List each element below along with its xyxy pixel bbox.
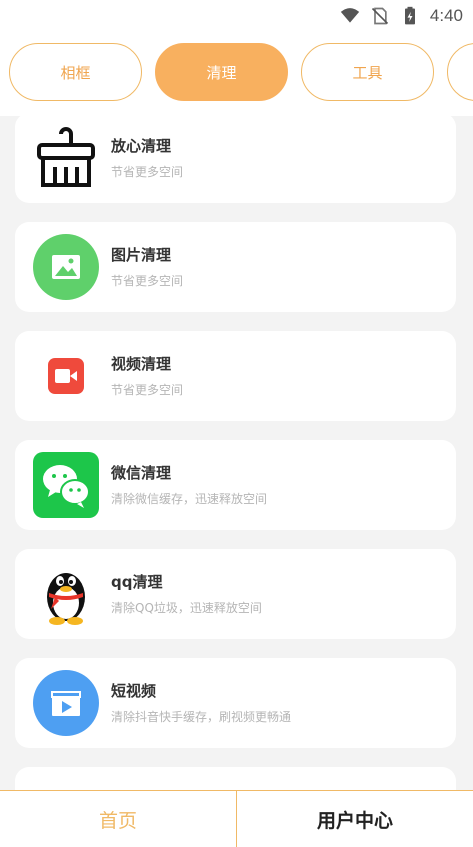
bottom-nav: 首页 用户中心 bbox=[0, 790, 473, 847]
qq-penguin-icon bbox=[33, 561, 99, 627]
category-tabs: 相框 清理 工具 bbox=[0, 32, 473, 116]
battery-icon bbox=[404, 6, 415, 25]
wifi-icon bbox=[340, 8, 360, 23]
nav-home[interactable]: 首页 bbox=[0, 791, 237, 847]
nav-user-center[interactable]: 用户中心 bbox=[237, 791, 473, 847]
item-subtitle: 清除微信缓存，迅速释放空间 bbox=[111, 492, 268, 506]
list-item-image-clean[interactable]: 图片清理 节省更多空间 bbox=[15, 222, 456, 312]
tab-more[interactable] bbox=[447, 43, 473, 101]
item-subtitle: 节省更多空间 bbox=[111, 274, 184, 288]
list-item-video-clean[interactable]: 视频清理 节省更多空间 bbox=[15, 331, 456, 421]
partial-icon bbox=[33, 779, 99, 790]
list-item-short-video[interactable]: 短视频 清除抖音快手缓存，刷视频更畅通 bbox=[15, 658, 456, 748]
wechat-icon bbox=[33, 452, 99, 518]
item-subtitle: 清除抖音快手缓存，刷视频更畅通 bbox=[111, 710, 292, 724]
list-item-wechat-clean[interactable]: 微信清理 清除微信缓存，迅速释放空间 bbox=[15, 440, 456, 530]
no-sim-icon bbox=[371, 7, 388, 25]
item-title: 图片清理 bbox=[111, 246, 172, 264]
item-title: 短视频 bbox=[111, 682, 157, 700]
list-item-safe-clean[interactable]: 放心清理 节省更多空间 bbox=[15, 116, 456, 203]
list-item-partial[interactable] bbox=[15, 767, 456, 790]
item-title: 放心清理 bbox=[111, 137, 172, 155]
status-time: 4:40 bbox=[429, 6, 463, 25]
image-icon bbox=[33, 234, 99, 300]
video-icon bbox=[33, 343, 99, 409]
cleaner-list: 放心清理 节省更多空间 图片清理 节省更多空间 视频清理 节省更多空间 微信清理… bbox=[0, 116, 473, 790]
item-title: 视频清理 bbox=[111, 355, 172, 373]
tab-tools[interactable]: 工具 bbox=[301, 43, 434, 101]
item-subtitle: 节省更多空间 bbox=[111, 165, 184, 179]
short-video-icon bbox=[33, 670, 99, 736]
item-subtitle: 节省更多空间 bbox=[111, 383, 184, 397]
item-title: qq清理 bbox=[111, 573, 163, 591]
status-bar: 4:40 bbox=[0, 0, 473, 32]
broom-icon bbox=[33, 125, 99, 191]
tab-frame[interactable]: 相框 bbox=[9, 43, 142, 101]
list-item-qq-clean[interactable]: qq清理 清除QQ垃圾，迅速释放空间 bbox=[15, 549, 456, 639]
tab-clean[interactable]: 清理 bbox=[155, 43, 288, 101]
item-title: 微信清理 bbox=[111, 464, 172, 482]
item-subtitle: 清除QQ垃圾，迅速释放空间 bbox=[111, 601, 262, 615]
